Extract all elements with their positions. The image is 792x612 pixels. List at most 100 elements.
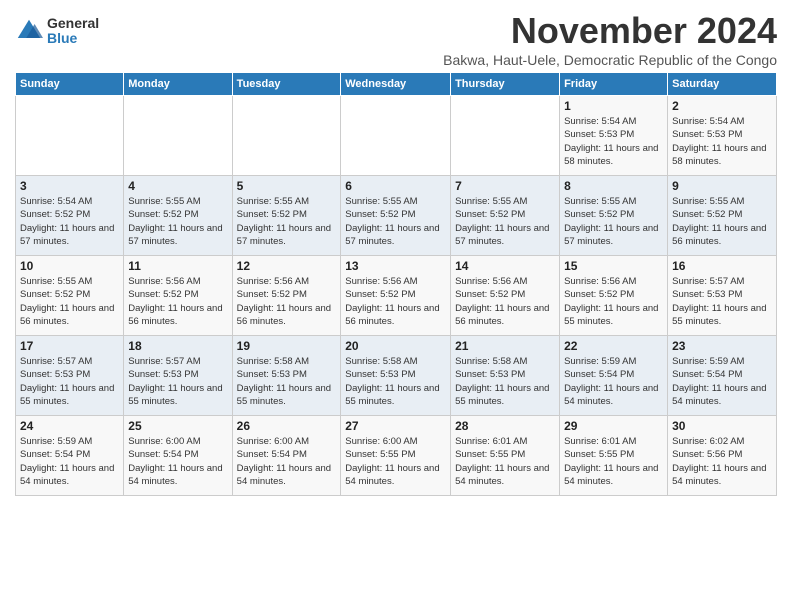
day-number: 21 bbox=[455, 339, 555, 353]
calendar-cell: 9 Sunrise: 5:55 AM Sunset: 5:52 PM Daylig… bbox=[668, 176, 777, 256]
calendar-cell: 23 Sunrise: 5:59 AM Sunset: 5:54 PM Dayli… bbox=[668, 336, 777, 416]
day-number: 7 bbox=[455, 179, 555, 193]
day-info: Sunrise: 6:00 AM Sunset: 5:55 PM Dayligh… bbox=[345, 435, 446, 488]
day-info: Sunrise: 5:55 AM Sunset: 5:52 PM Dayligh… bbox=[345, 195, 446, 248]
day-info: Sunrise: 5:59 AM Sunset: 5:54 PM Dayligh… bbox=[672, 355, 772, 408]
logo-blue: Blue bbox=[47, 31, 99, 46]
logo-general: General bbox=[47, 16, 99, 31]
day-info: Sunrise: 5:58 AM Sunset: 5:53 PM Dayligh… bbox=[345, 355, 446, 408]
header-monday: Monday bbox=[124, 73, 232, 96]
day-number: 12 bbox=[237, 259, 337, 273]
day-number: 3 bbox=[20, 179, 119, 193]
day-info: Sunrise: 5:56 AM Sunset: 5:52 PM Dayligh… bbox=[237, 275, 337, 328]
header-saturday: Saturday bbox=[668, 73, 777, 96]
calendar-cell: 14 Sunrise: 5:56 AM Sunset: 5:52 PM Dayli… bbox=[451, 256, 560, 336]
day-number: 14 bbox=[455, 259, 555, 273]
calendar-cell: 25Sunrise: 6:00 AM Sunset: 5:54 PM Dayli… bbox=[124, 416, 232, 496]
day-number: 20 bbox=[345, 339, 446, 353]
header-friday: Friday bbox=[560, 73, 668, 96]
calendar-cell: 5 Sunrise: 5:55 AM Sunset: 5:52 PM Daylig… bbox=[232, 176, 341, 256]
calendar-cell bbox=[232, 96, 341, 176]
day-info: Sunrise: 5:55 AM Sunset: 5:52 PM Dayligh… bbox=[128, 195, 227, 248]
week-row-3: 10 Sunrise: 5:55 AM Sunset: 5:52 PM Dayli… bbox=[16, 256, 777, 336]
day-info: Sunrise: 5:57 AM Sunset: 5:53 PM Dayligh… bbox=[128, 355, 227, 408]
calendar-cell: 29 Sunrise: 6:01 AM Sunset: 5:55 PM Dayli… bbox=[560, 416, 668, 496]
day-info: Sunrise: 5:55 AM Sunset: 5:52 PM Dayligh… bbox=[564, 195, 663, 248]
calendar-cell: 15Sunrise: 5:56 AM Sunset: 5:52 PM Dayli… bbox=[560, 256, 668, 336]
day-info: Sunrise: 5:55 AM Sunset: 5:52 PM Dayligh… bbox=[672, 195, 772, 248]
day-info: Sunrise: 5:56 AM Sunset: 5:52 PM Dayligh… bbox=[455, 275, 555, 328]
calendar-cell: 3Sunrise: 5:54 AM Sunset: 5:52 PM Daylig… bbox=[16, 176, 124, 256]
day-info: Sunrise: 5:55 AM Sunset: 5:52 PM Dayligh… bbox=[455, 195, 555, 248]
day-number: 5 bbox=[237, 179, 337, 193]
header-thursday: Thursday bbox=[451, 73, 560, 96]
day-number: 15 bbox=[564, 259, 663, 273]
day-info: Sunrise: 5:58 AM Sunset: 5:53 PM Dayligh… bbox=[237, 355, 337, 408]
day-info: Sunrise: 5:55 AM Sunset: 5:52 PM Dayligh… bbox=[20, 275, 119, 328]
calendar-cell: 30Sunrise: 6:02 AM Sunset: 5:56 PM Dayli… bbox=[668, 416, 777, 496]
calendar-cell: 22Sunrise: 5:59 AM Sunset: 5:54 PM Dayli… bbox=[560, 336, 668, 416]
day-number: 29 bbox=[564, 419, 663, 433]
title-area: November 2024 Bakwa, Haut-Uele, Democrat… bbox=[443, 10, 777, 68]
day-number: 10 bbox=[20, 259, 119, 273]
day-number: 22 bbox=[564, 339, 663, 353]
day-number: 18 bbox=[128, 339, 227, 353]
day-info: Sunrise: 6:00 AM Sunset: 5:54 PM Dayligh… bbox=[237, 435, 337, 488]
logo: General Blue bbox=[15, 16, 99, 47]
calendar-cell: 17 Sunrise: 5:57 AM Sunset: 5:53 PM Dayli… bbox=[16, 336, 124, 416]
calendar-cell bbox=[451, 96, 560, 176]
calendar-cell: 11Sunrise: 5:56 AM Sunset: 5:52 PM Dayli… bbox=[124, 256, 232, 336]
day-info: Sunrise: 5:57 AM Sunset: 5:53 PM Dayligh… bbox=[20, 355, 119, 408]
calendar-cell: 1 Sunrise: 5:54 AM Sunset: 5:53 PM Daylig… bbox=[560, 96, 668, 176]
day-number: 16 bbox=[672, 259, 772, 273]
calendar-cell: 24 Sunrise: 5:59 AM Sunset: 5:54 PM Dayli… bbox=[16, 416, 124, 496]
day-number: 28 bbox=[455, 419, 555, 433]
calendar-cell: 28 Sunrise: 6:01 AM Sunset: 5:55 PM Dayli… bbox=[451, 416, 560, 496]
week-row-4: 17 Sunrise: 5:57 AM Sunset: 5:53 PM Dayli… bbox=[16, 336, 777, 416]
calendar-cell bbox=[341, 96, 451, 176]
day-number: 6 bbox=[345, 179, 446, 193]
subtitle: Bakwa, Haut-Uele, Democratic Republic of… bbox=[443, 52, 777, 68]
day-info: Sunrise: 5:59 AM Sunset: 5:54 PM Dayligh… bbox=[20, 435, 119, 488]
day-number: 2 bbox=[672, 99, 772, 113]
week-row-2: 3Sunrise: 5:54 AM Sunset: 5:52 PM Daylig… bbox=[16, 176, 777, 256]
calendar-cell: 6 Sunrise: 5:55 AM Sunset: 5:52 PM Daylig… bbox=[341, 176, 451, 256]
day-info: Sunrise: 6:01 AM Sunset: 5:55 PM Dayligh… bbox=[455, 435, 555, 488]
day-number: 8 bbox=[564, 179, 663, 193]
logo-icon bbox=[15, 17, 43, 45]
calendar-header: SundayMondayTuesdayWednesdayThursdayFrid… bbox=[16, 73, 777, 96]
day-info: Sunrise: 5:54 AM Sunset: 5:53 PM Dayligh… bbox=[564, 115, 663, 168]
logo-text: General Blue bbox=[47, 16, 99, 47]
day-number: 27 bbox=[345, 419, 446, 433]
day-info: Sunrise: 5:55 AM Sunset: 5:52 PM Dayligh… bbox=[237, 195, 337, 248]
day-number: 9 bbox=[672, 179, 772, 193]
day-number: 1 bbox=[564, 99, 663, 113]
header-row: SundayMondayTuesdayWednesdayThursdayFrid… bbox=[16, 73, 777, 96]
day-info: Sunrise: 5:56 AM Sunset: 5:52 PM Dayligh… bbox=[345, 275, 446, 328]
calendar-cell: 21Sunrise: 5:58 AM Sunset: 5:53 PM Dayli… bbox=[451, 336, 560, 416]
day-number: 13 bbox=[345, 259, 446, 273]
calendar-cell: 13 Sunrise: 5:56 AM Sunset: 5:52 PM Dayli… bbox=[341, 256, 451, 336]
week-row-1: 1 Sunrise: 5:54 AM Sunset: 5:53 PM Daylig… bbox=[16, 96, 777, 176]
calendar-cell: 4 Sunrise: 5:55 AM Sunset: 5:52 PM Daylig… bbox=[124, 176, 232, 256]
week-row-5: 24 Sunrise: 5:59 AM Sunset: 5:54 PM Dayli… bbox=[16, 416, 777, 496]
day-number: 26 bbox=[237, 419, 337, 433]
day-number: 17 bbox=[20, 339, 119, 353]
calendar-cell bbox=[16, 96, 124, 176]
calendar-cell: 12 Sunrise: 5:56 AM Sunset: 5:52 PM Dayli… bbox=[232, 256, 341, 336]
calendar-cell: 27 Sunrise: 6:00 AM Sunset: 5:55 PM Dayli… bbox=[341, 416, 451, 496]
calendar-cell: 16Sunrise: 5:57 AM Sunset: 5:53 PM Dayli… bbox=[668, 256, 777, 336]
calendar-table: SundayMondayTuesdayWednesdayThursdayFrid… bbox=[15, 72, 777, 496]
calendar-cell: 7 Sunrise: 5:55 AM Sunset: 5:52 PM Daylig… bbox=[451, 176, 560, 256]
calendar-cell: 19Sunrise: 5:58 AM Sunset: 5:53 PM Dayli… bbox=[232, 336, 341, 416]
calendar-cell: 18 Sunrise: 5:57 AM Sunset: 5:53 PM Dayli… bbox=[124, 336, 232, 416]
calendar-cell: 2Sunrise: 5:54 AM Sunset: 5:53 PM Daylig… bbox=[668, 96, 777, 176]
day-info: Sunrise: 6:01 AM Sunset: 5:55 PM Dayligh… bbox=[564, 435, 663, 488]
day-number: 4 bbox=[128, 179, 227, 193]
day-number: 23 bbox=[672, 339, 772, 353]
day-info: Sunrise: 6:02 AM Sunset: 5:56 PM Dayligh… bbox=[672, 435, 772, 488]
header-wednesday: Wednesday bbox=[341, 73, 451, 96]
day-number: 24 bbox=[20, 419, 119, 433]
calendar-cell: 20 Sunrise: 5:58 AM Sunset: 5:53 PM Dayli… bbox=[341, 336, 451, 416]
header: General Blue November 2024 Bakwa, Haut-U… bbox=[15, 10, 777, 68]
